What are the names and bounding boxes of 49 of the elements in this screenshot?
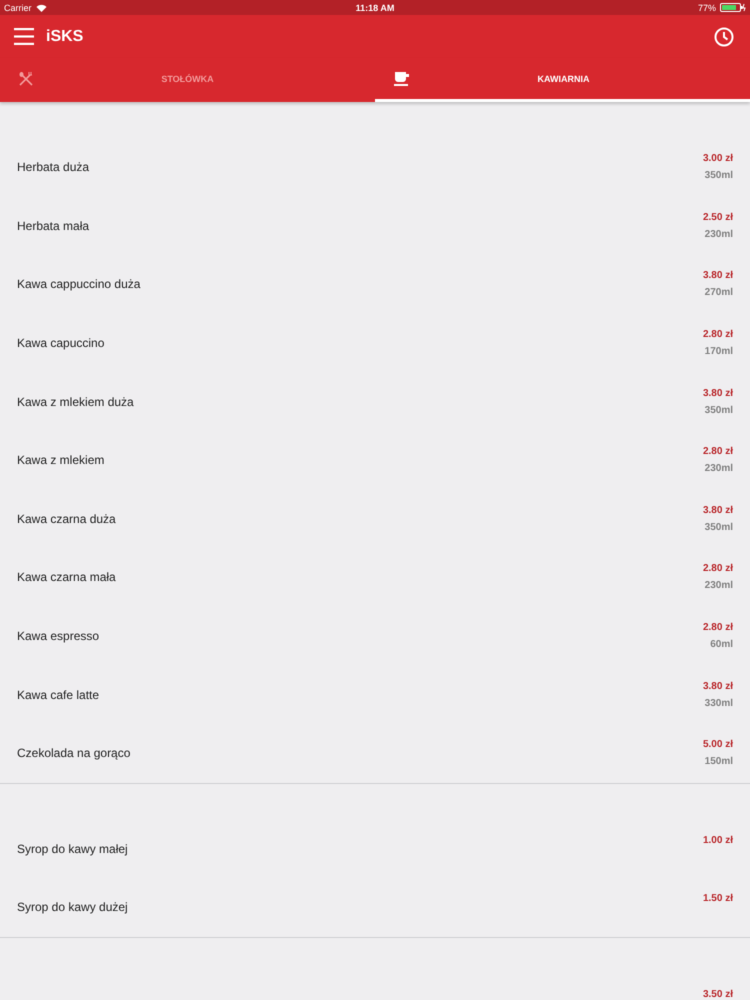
carrier-label: Carrier [4,2,32,12]
item-volume: 270ml [704,286,733,300]
item-price: 1.00 zł [702,834,733,848]
item-volume: 150ml [704,755,733,770]
item-volume: 350ml [704,520,733,535]
item-name: Czekolada na gorąco [17,746,130,760]
item-name: Kawa czarna mała [17,570,116,584]
app-title: iSKS [46,28,84,46]
item-volume: 230ml [704,462,733,476]
item-price: 2.80 zł [702,445,733,460]
clock-icon[interactable] [714,26,734,46]
item-volume: 350ml [704,404,733,418]
item-name: Kawa cappuccino duża [17,277,140,292]
item-price: 5.00 zł [702,738,733,752]
menu-icon[interactable] [14,28,34,45]
item-name: Herbata mała [17,218,90,233]
item-price: 3.80 zł [702,680,733,694]
item-volume: 330ml [704,696,733,711]
item-volume: 170ml [704,345,733,360]
item-name: Kawa czarna duża [17,512,116,526]
item-volume: 230ml [704,228,733,242]
cup-icon [394,71,410,86]
item-volume: 350ml [704,169,733,184]
status-time: 11:18 AM [354,2,396,12]
item-price: 2.80 zł [702,562,733,576]
wifi-icon [36,4,47,12]
item-name: Kawa cafe latte [17,688,100,702]
item-price: 2.80 zł [702,621,733,636]
item-price: 2.80 zł [702,328,733,342]
item-name: Syrop do kawy dużej [17,900,128,914]
item-price: 3.80 zł [702,269,733,284]
battery-percent: 77% [698,2,716,12]
item-price: 3.80 zł [702,386,733,401]
battery-icon [720,3,746,12]
item-volume: 60ml [710,638,733,652]
item-price: 3.80 zł [702,504,733,518]
item-price: 3.00 zł [702,152,733,166]
item-name: Herbata duża [17,160,90,174]
item-price: 2.50 zł [702,210,733,225]
tab[interactable]: KAWIARNIA [375,58,750,102]
item-name: Kawa espresso [17,629,100,644]
item-name: Kawa z mlekiem [17,453,104,468]
item-price: 3.50 zł [702,988,733,1000]
item-price: 1.50 zł [702,892,733,906]
item-name: Kawa z mlekiem duża [17,394,134,409]
item-name: Syrop do kawy małej [17,842,128,856]
item-name: Kawa capuccino [17,336,104,350]
item-volume: 230ml [704,579,733,594]
cutlery-icon [19,72,33,86]
